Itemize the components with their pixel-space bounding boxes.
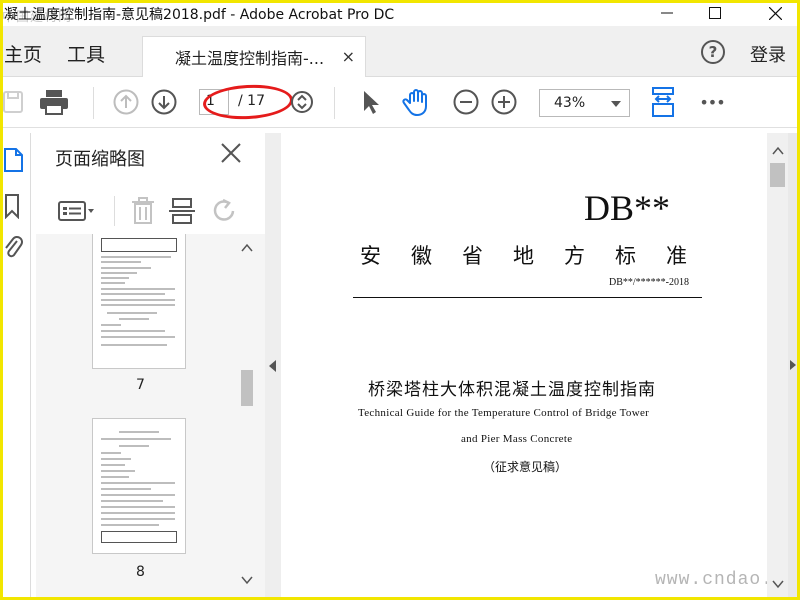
options-list-icon bbox=[58, 201, 94, 221]
panel-title: 页面缩略图 bbox=[55, 149, 145, 170]
left-tool-rail bbox=[0, 133, 31, 600]
document-scrollbar[interactable] bbox=[767, 133, 788, 600]
page-thumbnails-button[interactable] bbox=[0, 145, 26, 175]
toolbar: 1 / 17 43% ••• bbox=[0, 77, 800, 128]
plus-circle-icon bbox=[491, 89, 517, 115]
rotate-button[interactable] bbox=[210, 196, 240, 226]
header-rule bbox=[353, 297, 702, 298]
thumbnails-scrollbar[interactable] bbox=[238, 234, 256, 600]
tab-tools[interactable]: 工具 bbox=[67, 40, 105, 67]
chevron-up-icon bbox=[241, 243, 253, 252]
previous-page-button[interactable] bbox=[111, 87, 141, 117]
chevron-down-icon bbox=[241, 576, 253, 585]
panel-close-button[interactable] bbox=[219, 141, 243, 165]
right-panel-toggle[interactable] bbox=[788, 133, 800, 600]
expand-right-icon bbox=[790, 360, 796, 370]
hand-tool-button[interactable] bbox=[402, 87, 432, 117]
bookmarks-button[interactable] bbox=[0, 191, 26, 221]
options-menu-button[interactable] bbox=[56, 196, 98, 226]
bookmark-icon bbox=[5, 194, 19, 219]
delete-pages-button[interactable] bbox=[128, 196, 158, 226]
close-window-button[interactable] bbox=[754, 0, 796, 26]
save-icon bbox=[3, 91, 23, 113]
minus-circle-icon bbox=[453, 89, 479, 115]
zoom-value: 43% bbox=[554, 95, 586, 111]
extract-pages-button[interactable] bbox=[168, 196, 198, 226]
standard-type: 安徽省地方标准 bbox=[360, 244, 717, 268]
login-button[interactable]: 登录 bbox=[750, 41, 786, 67]
toolbar-separator bbox=[93, 87, 94, 119]
more-options-button[interactable]: ••• bbox=[697, 87, 727, 117]
zoom-in-button[interactable] bbox=[489, 87, 519, 117]
close-icon bbox=[768, 6, 782, 20]
document-view[interactable] bbox=[281, 133, 767, 600]
document-tab-label: 凝土温度控制指南-... bbox=[175, 49, 325, 68]
fit-width-icon bbox=[652, 87, 674, 117]
paperclip-icon bbox=[5, 236, 23, 258]
title-bar: 中国建材网 凝土温度控制指南-意见稿2018.pdf - Adobe Acrob… bbox=[0, 0, 800, 26]
thumbnail-table bbox=[101, 531, 177, 543]
arrow-up-circle-icon bbox=[113, 89, 139, 115]
print-button[interactable] bbox=[39, 87, 69, 117]
attachments-button[interactable] bbox=[0, 233, 26, 263]
toolbar-separator bbox=[334, 87, 335, 119]
help-icon[interactable]: ? bbox=[701, 40, 725, 64]
thumbnail-page-number: 7 bbox=[136, 377, 145, 393]
standard-code: DB** bbox=[584, 188, 671, 228]
next-page-button[interactable] bbox=[149, 87, 179, 117]
document-title-cn: 桥梁塔柱大体积混凝土温度控制指南 bbox=[368, 380, 656, 400]
thumbnail-page-number: 8 bbox=[136, 564, 145, 580]
panel-separator bbox=[114, 196, 115, 226]
chevron-up-icon bbox=[772, 146, 784, 155]
minimize-icon bbox=[661, 12, 673, 14]
collapse-left-icon bbox=[269, 360, 276, 372]
thumbnails-panel: 页面缩略图 7 8 bbox=[36, 133, 266, 600]
document-title-en-line1: Technical Guide for the Temperature Cont… bbox=[358, 407, 650, 419]
scrollbar-thumb[interactable] bbox=[770, 163, 785, 187]
fit-width-button[interactable] bbox=[648, 87, 678, 117]
thumbnail-table bbox=[101, 238, 177, 252]
tab-bar: 主页 工具 凝土温度控制指南-... × ? 登录 bbox=[0, 26, 800, 77]
document-title-en-line2: and Pier Mass Concrete bbox=[461, 433, 573, 445]
arrow-down-circle-icon bbox=[151, 89, 177, 115]
hand-icon bbox=[402, 89, 427, 116]
tab-home[interactable]: 主页 bbox=[4, 40, 42, 67]
rotate-icon bbox=[213, 198, 235, 221]
panel-toolbar bbox=[36, 188, 265, 235]
stepper-icon bbox=[291, 91, 313, 113]
select-tool-button[interactable] bbox=[355, 87, 385, 117]
cursor-arrow-icon bbox=[364, 91, 379, 114]
window-title: 凝土温度控制指南-意见稿2018.pdf - Adobe Acrobat Pro… bbox=[4, 7, 395, 23]
document-tab-close-button[interactable]: × bbox=[342, 47, 355, 66]
zoom-select[interactable]: 43% bbox=[539, 89, 630, 117]
close-icon bbox=[221, 143, 241, 163]
standard-number: DB**/******-2018 bbox=[609, 277, 689, 288]
thumbnail-page[interactable] bbox=[92, 234, 186, 369]
zoom-out-button[interactable] bbox=[451, 87, 481, 117]
scrollbar-thumb[interactable] bbox=[241, 370, 253, 406]
page-icon bbox=[4, 148, 23, 172]
draft-note: （征求意见稿） bbox=[483, 460, 568, 474]
panel-splitter[interactable] bbox=[265, 133, 281, 600]
maximize-button[interactable] bbox=[694, 0, 736, 26]
thumbnail-page[interactable] bbox=[92, 418, 186, 554]
trash-icon bbox=[132, 197, 154, 224]
thumbnail-list: 7 8 bbox=[36, 234, 265, 600]
tab-document[interactable]: 凝土温度控制指南-... × bbox=[142, 36, 366, 77]
chevron-down-icon bbox=[772, 580, 784, 589]
print-icon bbox=[40, 90, 68, 115]
save-button[interactable] bbox=[0, 87, 30, 117]
chevron-down-icon bbox=[611, 101, 621, 107]
minimize-button[interactable] bbox=[646, 0, 688, 26]
page-split-icon bbox=[169, 198, 195, 224]
page-stepper[interactable] bbox=[287, 87, 317, 117]
maximize-icon bbox=[709, 7, 721, 19]
